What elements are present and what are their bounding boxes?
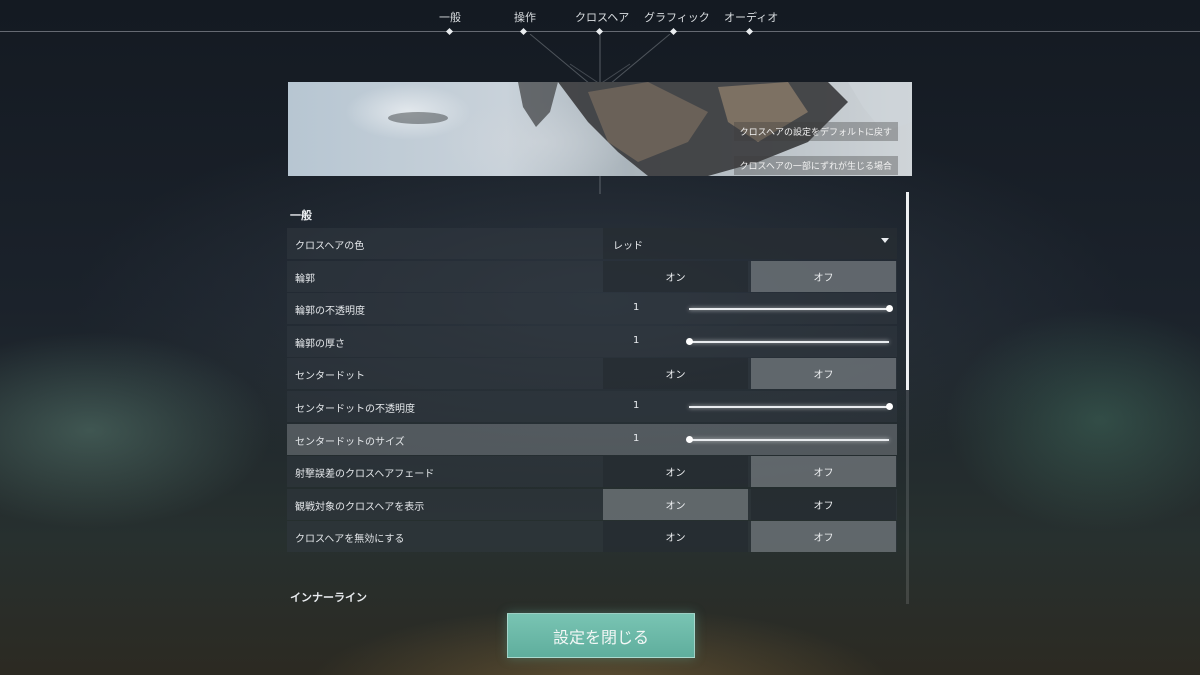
outlines-on-toggle[interactable]: オン bbox=[603, 260, 748, 292]
center-dot-size-slider[interactable] bbox=[689, 438, 889, 441]
scrollbar-thumb[interactable] bbox=[906, 192, 909, 390]
setting-row-outlines: 輪郭 オン オフ bbox=[287, 260, 897, 292]
setting-label: センタードットの不透明度 bbox=[295, 403, 415, 415]
dropdown-value: レッド bbox=[613, 241, 643, 252]
tab-marker-icon bbox=[445, 27, 454, 36]
disable-crosshair-off-toggle[interactable]: オフ bbox=[751, 521, 896, 553]
setting-label: クロスヘアを無効にする bbox=[295, 534, 405, 546]
setting-row-center-dot-size: センタードットのサイズ 1 bbox=[287, 423, 897, 455]
setting-row-disable-crosshair: クロスヘアを無効にする オン オフ bbox=[287, 521, 897, 553]
close-settings-button[interactable]: 設定を閉じる bbox=[507, 613, 695, 658]
spectated-crosshair-on-toggle[interactable]: オン bbox=[603, 488, 748, 520]
section-title-general: 一般 bbox=[290, 209, 312, 222]
setting-label: 輪郭の不透明度 bbox=[295, 306, 365, 318]
slider-handle[interactable] bbox=[885, 402, 893, 410]
slider-value: 1 bbox=[633, 302, 640, 314]
slider-handle[interactable] bbox=[685, 435, 693, 443]
tab-graphics[interactable]: グラフィック bbox=[644, 9, 710, 25]
setting-label: 輪郭 bbox=[295, 273, 315, 285]
tab-audio[interactable]: オーディオ bbox=[724, 9, 778, 25]
tab-marker-icon bbox=[745, 27, 754, 36]
center-dot-on-toggle[interactable]: オン bbox=[603, 358, 748, 390]
outlines-off-toggle[interactable]: オフ bbox=[751, 260, 896, 292]
slider-handle[interactable] bbox=[885, 305, 893, 313]
reset-crosshair-link[interactable]: クロスヘアの設定をデフォルトに戻す bbox=[733, 122, 898, 141]
tab-general[interactable]: 一般 bbox=[439, 9, 461, 25]
setting-label: センタードット bbox=[295, 371, 365, 383]
section-title-inner-lines: インナーライン bbox=[290, 591, 367, 604]
tab-crosshair[interactable]: クロスヘア bbox=[575, 9, 629, 25]
slider-value: 1 bbox=[633, 432, 640, 444]
outline-opacity-slider[interactable] bbox=[689, 308, 889, 311]
outline-thickness-slider[interactable] bbox=[689, 340, 889, 343]
center-dot-off-toggle[interactable]: オフ bbox=[751, 358, 896, 390]
setting-row-crosshair-color: クロスヘアの色 レッド bbox=[287, 228, 897, 259]
slider-handle[interactable] bbox=[685, 337, 693, 345]
setting-row-center-dot: センタードット オン オフ bbox=[287, 358, 897, 390]
setting-label: 輪郭の厚さ bbox=[295, 338, 345, 350]
setting-label: センタードットのサイズ bbox=[295, 436, 405, 448]
spectated-crosshair-off-toggle[interactable]: オフ bbox=[751, 488, 896, 520]
setting-label: 射撃誤差のクロスヘアフェード bbox=[295, 469, 435, 481]
general-settings-list: クロスヘアの色 レッド 輪郭 オン オフ 輪郭の不透明度 1 輪郭の厚さ 1 セ… bbox=[287, 228, 897, 554]
setting-label: クロスヘアの色 bbox=[295, 241, 365, 252]
firing-error-fade-on-toggle[interactable]: オン bbox=[603, 456, 748, 488]
firing-error-fade-off-toggle[interactable]: オフ bbox=[751, 456, 896, 488]
setting-row-outline-thickness: 輪郭の厚さ 1 bbox=[287, 325, 897, 357]
slider-value: 1 bbox=[633, 334, 640, 346]
setting-row-outline-opacity: 輪郭の不透明度 1 bbox=[287, 293, 897, 325]
center-dot-opacity-slider[interactable] bbox=[689, 405, 889, 408]
settings-scrollbar[interactable] bbox=[906, 192, 909, 604]
crosshair-color-dropdown[interactable]: レッド bbox=[603, 228, 897, 259]
crosshair-misaligned-link[interactable]: クロスヘアの一部にずれが生じる場合 bbox=[733, 156, 898, 175]
setting-row-spectated-crosshair: 観戦対象のクロスヘアを表示 オン オフ bbox=[287, 488, 897, 520]
setting-row-firing-error-fade: 射撃誤差のクロスヘアフェード オン オフ bbox=[287, 456, 897, 488]
chevron-down-icon bbox=[881, 238, 889, 243]
setting-row-center-dot-opacity: センタードットの不透明度 1 bbox=[287, 390, 897, 422]
slider-value: 1 bbox=[633, 399, 640, 411]
tab-controls[interactable]: 操作 bbox=[514, 9, 536, 25]
setting-label: 観戦対象のクロスヘアを表示 bbox=[295, 501, 425, 513]
crosshair-preview-banner: クロスヘアの設定をデフォルトに戻す クロスヘアの一部にずれが生じる場合 bbox=[288, 82, 912, 176]
disable-crosshair-on-toggle[interactable]: オン bbox=[603, 521, 748, 553]
